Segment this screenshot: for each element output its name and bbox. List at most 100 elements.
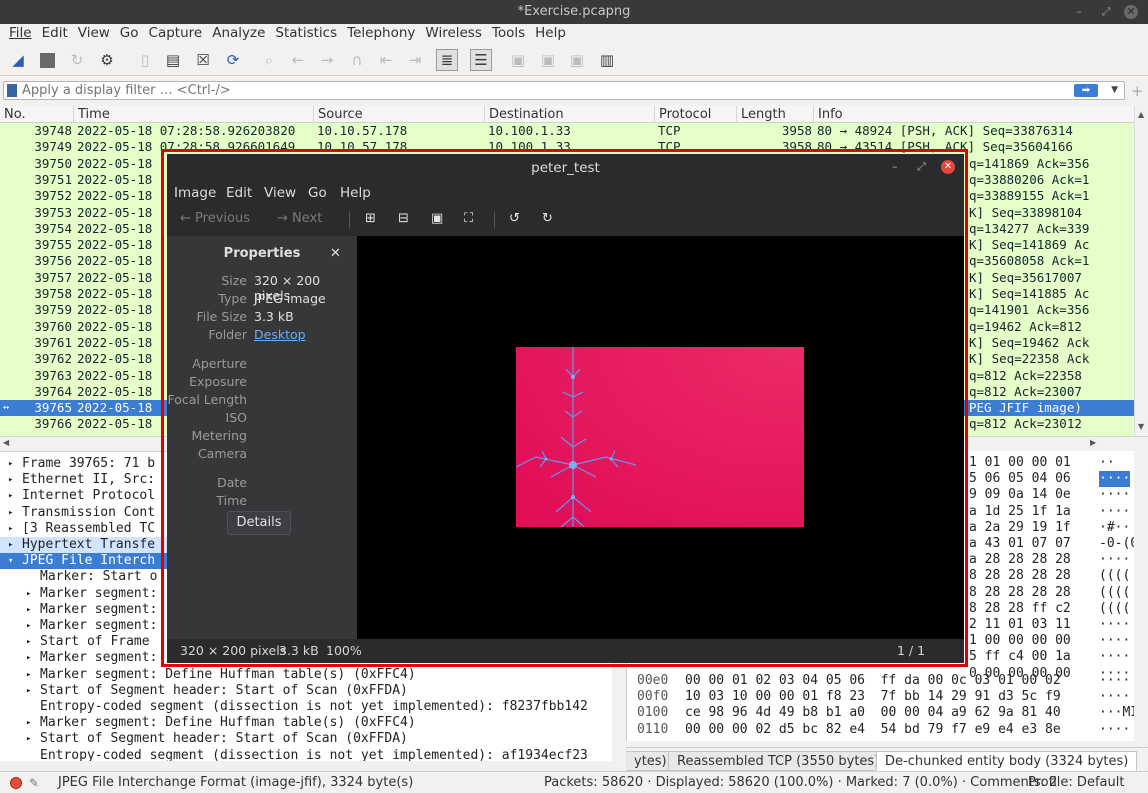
collapsed-icon[interactable]: ▸ — [8, 505, 13, 521]
previous-button[interactable]: ← Previous — [180, 208, 250, 230]
restart-capture-icon[interactable]: ↻ — [66, 49, 88, 71]
folder-link[interactable]: Desktop — [254, 327, 306, 342]
detail-row[interactable]: ▸ Marker segment: Define Huffman table(s)… — [0, 715, 612, 731]
col-destination[interactable]: Destination — [484, 106, 564, 123]
collapsed-icon[interactable]: ▸ — [8, 488, 13, 504]
tab-reassembled-tcp[interactable]: Reassembled TCP (3550 bytes) — [668, 751, 889, 771]
details-button[interactable]: Details — [227, 511, 291, 535]
collapsed-icon[interactable]: ▸ — [26, 731, 31, 747]
menu-edit[interactable]: Edit — [37, 24, 73, 42]
properties-close-icon[interactable]: ✕ — [330, 246, 341, 261]
close-file-icon[interactable]: ☒ — [192, 49, 214, 71]
reload-file-icon[interactable]: ⟳ — [222, 49, 244, 71]
col-info[interactable]: Info — [813, 106, 843, 123]
detail-row[interactable]: Entropy-coded segment (dissection is not… — [0, 699, 612, 715]
go-to-packet-icon[interactable]: ∩ — [346, 49, 368, 71]
viewer-menu-edit[interactable]: Edit — [226, 182, 252, 204]
bookmark-icon[interactable] — [7, 84, 17, 97]
menu-wireless[interactable]: Wireless — [420, 24, 487, 42]
detail-row[interactable]: ▸ Start of Segment header: Start of Scan … — [0, 731, 612, 747]
packet-row[interactable]: 39748 2022-05-18 07:28:58.926203820 10.10.… — [0, 123, 1134, 139]
detail-row[interactable]: ▸ Start of Segment header: Start of Scan … — [0, 683, 612, 699]
autoscroll-icon[interactable]: ≣ — [436, 49, 458, 71]
collapsed-icon[interactable]: ▸ — [26, 634, 31, 650]
best-fit-icon[interactable]: ▣ — [431, 208, 443, 230]
collapsed-icon[interactable]: ▸ — [26, 586, 31, 602]
col-no[interactable]: No. — [0, 106, 26, 123]
status-profile[interactable]: Profile: Default — [1028, 772, 1124, 793]
display-filter-input[interactable] — [22, 82, 1082, 99]
add-filter-button-icon[interactable]: + — [1131, 82, 1144, 100]
viewer-menu-image[interactable]: Image — [174, 182, 216, 204]
close-icon[interactable]: ✕ — [1124, 5, 1138, 19]
menu-view[interactable]: View — [73, 24, 115, 42]
col-time[interactable]: Time — [73, 106, 110, 123]
minimize-icon[interactable]: – — [1072, 5, 1086, 19]
resize-columns-icon[interactable]: ▥ — [596, 49, 618, 71]
image-canvas[interactable] — [357, 236, 964, 639]
edit-comment-icon[interactable]: ✎ — [29, 772, 39, 793]
zoom-out-icon[interactable]: ⊟ — [398, 208, 409, 230]
collapsed-icon[interactable]: ▸ — [26, 650, 31, 666]
zoom-out-icon[interactable]: ▣ — [537, 49, 559, 71]
maximize-icon[interactable]: ⤢ — [1099, 5, 1113, 19]
detail-row[interactable]: Entropy-coded segment (dissection is not… — [0, 748, 612, 761]
normal-size-icon[interactable]: ▣ — [566, 49, 588, 71]
viewer-menu-help[interactable]: Help — [340, 182, 371, 204]
rotate-left-icon[interactable]: ↺ — [509, 208, 520, 230]
collapsed-icon[interactable]: ▸ — [26, 667, 31, 683]
bytes-row[interactable]: 00f0 10 03 10 00 00 01 f8 23 7f bb 14 29 … — [627, 689, 1134, 705]
shark-fin-start-icon[interactable]: ◢ — [7, 49, 29, 71]
col-protocol[interactable]: Protocol — [654, 106, 711, 123]
go-forward-icon[interactable]: → — [316, 49, 338, 71]
collapsed-icon[interactable]: ▸ — [8, 521, 13, 537]
bytes-row[interactable]: 0100 ce 98 96 4d 49 b8 b1 a0 00 00 04 a9 … — [627, 705, 1134, 721]
packet-time: 2022-05-18 — [77, 416, 153, 432]
last-packet-icon[interactable]: ⇥ — [404, 49, 426, 71]
tab-dechunked-body[interactable]: De-chunked entity body (3324 bytes) — [876, 751, 1138, 771]
menu-capture[interactable]: Capture — [144, 24, 208, 42]
viewer-minimize-icon[interactable]: – — [892, 160, 898, 173]
capture-options-icon[interactable]: ⚙ — [96, 49, 118, 71]
viewer-menu-view[interactable]: View — [264, 182, 296, 204]
menu-statistics[interactable]: Statistics — [270, 24, 342, 42]
menu-file[interactable]: File — [4, 24, 37, 42]
viewer-maximize-icon[interactable]: ⤢ — [917, 160, 926, 174]
collapsed-icon[interactable]: ▸ — [8, 456, 13, 472]
zoom-in-icon[interactable]: ▣ — [507, 49, 529, 71]
packet-list-scrollbar[interactable]: ▲ ▼ — [1134, 106, 1148, 436]
collapsed-icon[interactable]: ▸ — [26, 683, 31, 699]
viewer-close-icon[interactable]: ✕ — [941, 160, 955, 174]
col-source[interactable]: Source — [313, 106, 363, 123]
expert-info-icon[interactable] — [10, 777, 22, 789]
fullscreen-icon[interactable]: ⛶ — [464, 208, 473, 230]
viewer-menu-go[interactable]: Go — [308, 182, 327, 204]
menu-analyze[interactable]: Analyze — [207, 24, 270, 42]
first-packet-icon[interactable]: ⇤ — [375, 49, 397, 71]
col-length[interactable]: Length — [736, 106, 786, 123]
collapsed-icon[interactable]: ▸ — [26, 715, 31, 731]
next-button[interactable]: → Next — [277, 208, 322, 230]
apply-filter-icon[interactable]: ➡ — [1074, 84, 1098, 97]
find-packet-icon[interactable]: ⌕ — [258, 49, 280, 71]
stop-capture-icon[interactable] — [36, 49, 58, 71]
rotate-right-icon[interactable]: ↻ — [542, 208, 553, 230]
menu-telephony[interactable]: Telephony — [342, 24, 420, 42]
collapsed-icon[interactable]: ▸ — [8, 472, 13, 488]
save-file-icon[interactable]: ▤ — [162, 49, 184, 71]
detail-row[interactable]: ▸ Marker segment: Define Huffman table(s)… — [0, 667, 612, 683]
collapsed-icon[interactable]: ▸ — [26, 618, 31, 634]
zoom-in-icon[interactable]: ⊞ — [365, 208, 376, 230]
colorize-icon[interactable]: ☰ — [470, 49, 492, 71]
menu-tools[interactable]: Tools — [487, 24, 530, 42]
collapsed-icon[interactable]: ▸ — [26, 602, 31, 618]
go-back-icon[interactable]: ← — [287, 49, 309, 71]
menu-go[interactable]: Go — [115, 24, 144, 42]
collapsed-icon[interactable]: ▸ — [8, 537, 13, 553]
chevron-down-icon[interactable]: ▼ — [1111, 82, 1118, 99]
bytes-row[interactable]: 0110 00 00 00 02 d5 bc 82 e4 54 bd 79 f7 … — [627, 722, 1134, 738]
open-file-icon[interactable]: ▯ — [134, 49, 156, 71]
bytes-row[interactable]: 00e0 00 00 01 02 03 04 05 06 ff da 00 0c … — [627, 673, 1134, 689]
expanded-icon[interactable]: ▾ — [8, 553, 13, 569]
menu-help[interactable]: Help — [530, 24, 571, 42]
